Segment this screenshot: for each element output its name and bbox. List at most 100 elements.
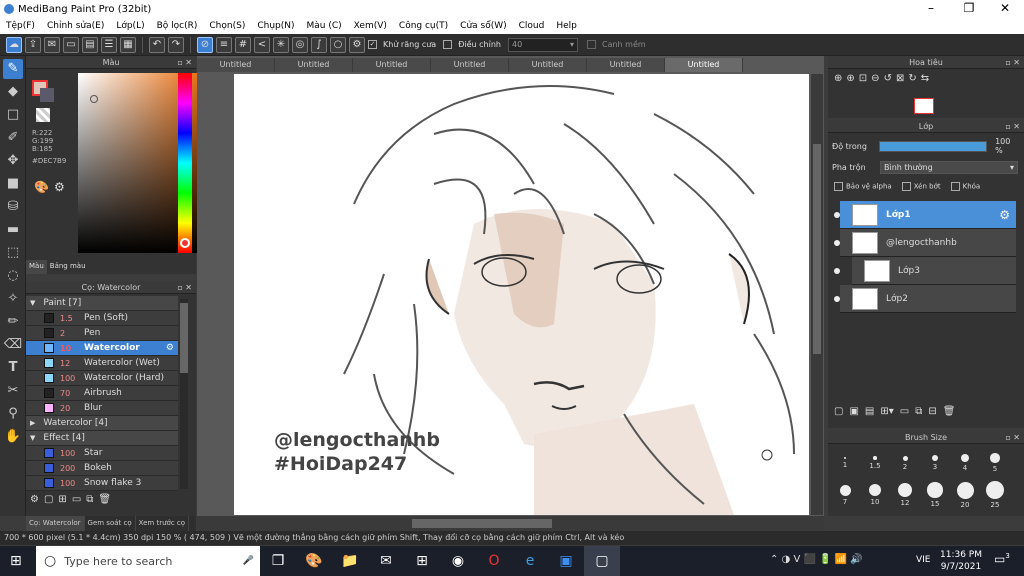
protect-alpha-option[interactable]: Bảo vệ alpha — [834, 182, 892, 191]
smooth-checkbox[interactable] — [586, 40, 596, 49]
menu-select[interactable]: Chọn(S) — [203, 21, 251, 31]
taskbar-search[interactable]: ○ Type here to search 🎤 — [36, 546, 260, 576]
close-button[interactable]: ✕ — [988, 0, 1022, 18]
menu-filter[interactable]: Bộ lọc(R) — [151, 21, 204, 31]
copy-icon[interactable]: ⧉ — [86, 494, 93, 505]
snap-settings-icon[interactable]: ⚙ — [349, 36, 365, 53]
notification-icon[interactable]: ▭3 — [994, 552, 1010, 566]
eraser-tool-icon[interactable]: ◆ — [3, 82, 23, 102]
scroll-thumb[interactable] — [180, 303, 188, 373]
picker-cursor[interactable] — [90, 95, 98, 103]
new-brush-icon[interactable]: ▢ — [44, 494, 53, 505]
select-icon[interactable]: ⬚ — [3, 243, 23, 263]
hand-tool-icon[interactable]: ✋ — [3, 427, 23, 447]
brush-item[interactable]: 2 Pen — [26, 326, 178, 341]
brush-item[interactable]: 100 Star — [26, 446, 178, 461]
eye-icon[interactable] — [834, 212, 840, 218]
brush-size-option[interactable]: 20 — [950, 479, 980, 511]
brush-list-scrollbar[interactable] — [180, 299, 188, 489]
vanish-snap-icon[interactable]: < — [254, 36, 270, 53]
eye-icon[interactable] — [834, 268, 840, 274]
duplicate-icon[interactable]: ⧉ — [915, 406, 922, 417]
cloud-icon[interactable]: ☁ — [6, 36, 22, 53]
brush-item[interactable]: 100 Snow flake 3 — [26, 476, 178, 491]
chevron-down-icon[interactable]: ▼ — [30, 299, 35, 307]
text-tool-icon[interactable]: T — [3, 358, 23, 378]
panel-options-icon[interactable]: ▫ ✕ — [1005, 431, 1020, 444]
tab-brush[interactable]: Cọ: Watercolor — [26, 516, 85, 531]
brush-item[interactable]: 70 Airbrush — [26, 386, 178, 401]
layer-row[interactable]: Lớp2 — [828, 285, 1024, 313]
brush-size-option[interactable]: 4 — [950, 447, 980, 479]
rotate-left-icon[interactable]: ↺ — [884, 73, 892, 84]
grid-icon[interactable]: ▦ — [120, 36, 136, 53]
curve-snap-icon[interactable]: ∫ — [311, 36, 327, 53]
cross-snap-icon[interactable]: # — [235, 36, 251, 53]
lock-option[interactable]: Khóa — [950, 182, 980, 191]
settings-icon[interactable]: ⚙ — [30, 494, 39, 505]
hue-slider[interactable] — [178, 73, 192, 253]
magic-wand-icon[interactable]: ✧ — [3, 289, 23, 309]
navigator-preview[interactable] — [914, 98, 934, 114]
antialias-checkbox[interactable]: ✓ — [368, 40, 377, 49]
layer-item[interactable]: @lengocthanhb — [840, 229, 1016, 257]
fill-rect-icon[interactable]: ■ — [3, 174, 23, 194]
hue-handle[interactable] — [180, 238, 190, 248]
flip-icon[interactable]: ⇆ — [921, 73, 929, 84]
gear-icon[interactable]: ⚙ — [999, 208, 1010, 222]
merge-icon[interactable]: ⊟ — [928, 406, 936, 417]
horizontal-scrollbar[interactable] — [197, 516, 824, 531]
menu-file[interactable]: Tệp(F) — [0, 21, 41, 31]
brush-size-option[interactable]: 15 — [920, 479, 950, 511]
select-pen-icon[interactable]: ✏ — [3, 312, 23, 332]
export-icon[interactable]: ⇪ — [25, 36, 41, 53]
brush-size-option[interactable]: 7 — [830, 479, 860, 511]
tab-color[interactable]: Màu — [26, 260, 47, 274]
clipping-checkbox[interactable] — [901, 182, 911, 191]
minimize-button[interactable]: – — [914, 0, 948, 18]
circle-snap-icon[interactable]: ◎ — [292, 36, 308, 53]
move-tool-icon[interactable]: ✥ — [3, 151, 23, 171]
brush-item[interactable]: 100 Watercolor (Hard) — [26, 371, 178, 386]
protect-alpha-checkbox[interactable] — [834, 182, 843, 191]
zoom-in-alt-icon[interactable]: ⊕ — [846, 73, 854, 84]
blend-select[interactable]: Bình thường ▾ — [880, 161, 1018, 174]
chevron-down-icon[interactable]: ▼ — [30, 434, 35, 442]
clock[interactable]: 11:36 PM 9/7/2021 — [940, 549, 982, 573]
layer-row[interactable]: Lớp3 — [828, 257, 1024, 285]
tray-icons[interactable]: ⌃ ◑ V ⬛ 🔋 📶 🔊 — [770, 554, 863, 565]
delete-layer-icon[interactable]: 🗑 — [943, 406, 956, 417]
file-explorer-icon[interactable]: 📁 — [332, 546, 368, 576]
panel-options-icon[interactable]: ▫ ✕ — [1005, 56, 1020, 69]
brush-size-option[interactable]: 1 — [830, 447, 860, 479]
palette-icon[interactable]: 🎨 — [34, 180, 49, 194]
lock-checkbox[interactable] — [950, 182, 960, 191]
brush-tool-icon[interactable]: ✎ — [3, 59, 23, 79]
brush-item[interactable]: 12 Watercolor (Wet) — [26, 356, 178, 371]
vertical-scrollbar[interactable] — [811, 74, 823, 515]
tab-palette[interactable]: Bảng màu — [47, 260, 89, 274]
edge-icon[interactable]: e — [512, 546, 548, 576]
rotate-right-icon[interactable]: ↻ — [908, 73, 916, 84]
add-brush-icon[interactable]: ⊞ — [58, 494, 66, 505]
select-eraser-icon[interactable]: ⌫ — [3, 335, 23, 355]
panel-options-icon[interactable]: ▫ ✕ — [1005, 120, 1020, 133]
brush-item[interactable]: 20 Blur — [26, 401, 178, 416]
menu-view[interactable]: Xem(V) — [348, 21, 393, 31]
folder-icon[interactable]: ▭ — [900, 406, 909, 417]
tab-document-active[interactable]: Untitled — [665, 58, 743, 72]
list-icon[interactable]: ☰ — [101, 36, 117, 53]
new-layer-icon[interactable]: ▢ — [834, 406, 843, 417]
dot-tool-icon[interactable]: ✐ — [3, 128, 23, 148]
comment-icon[interactable]: ✉ — [44, 36, 60, 53]
lasso-icon[interactable]: ◌ — [3, 266, 23, 286]
rect-shape-icon[interactable]: □ — [3, 105, 23, 125]
scroll-thumb[interactable] — [813, 144, 821, 354]
fit-icon[interactable]: ⊡ — [859, 73, 867, 84]
layer-item[interactable]: Lớp2 — [840, 285, 1016, 313]
layer-item[interactable]: Lớp3 — [852, 257, 1016, 285]
parallel-snap-icon[interactable]: ≡ — [216, 36, 232, 53]
brush-size-option[interactable]: 5 — [980, 447, 1010, 479]
chrome-icon[interactable]: ◉ — [440, 546, 476, 576]
tab-document[interactable]: Untitled — [587, 58, 665, 72]
